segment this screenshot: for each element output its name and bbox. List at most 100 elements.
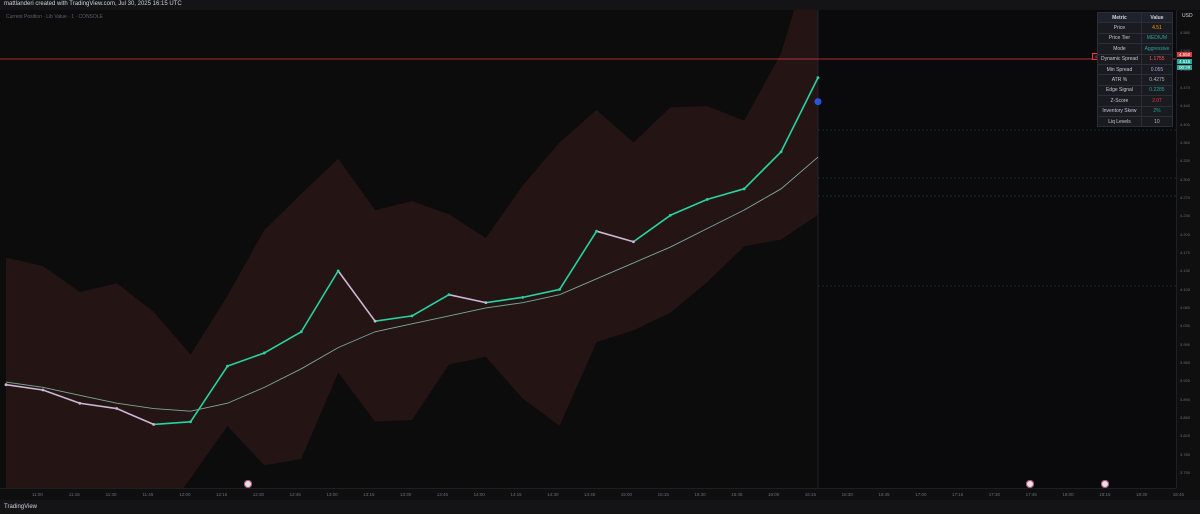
metric-value: 0.4275 (1140, 74, 1174, 86)
price-tick-label: 4.130 (1180, 268, 1191, 274)
time-tick-label: 15:15 (657, 492, 669, 497)
metric-name: Edge Signal (1097, 84, 1142, 97)
time-tick-label: 18:45 (1172, 492, 1185, 497)
price-point (484, 301, 488, 305)
price-tick-label: 3.920 (1180, 378, 1191, 384)
time-tick-label: 16:45 (878, 492, 890, 497)
metrics-row: Dynamic Spread 1.1755 (1097, 53, 1174, 65)
price-tick-label: 4.230 (1180, 213, 1191, 219)
time-tick-label: 16:15 (804, 492, 817, 497)
time-tick-label: 11:45 (142, 492, 154, 497)
time-tick-label: 16:30 (841, 492, 853, 497)
metrics-table: Metric Value Price 4.51 Price Tier MEDIUM Mo… (1097, 11, 1174, 128)
metrics-row: Z-Score 2.07 (1097, 95, 1174, 107)
metric-value: 10 (1140, 115, 1174, 128)
price-point (447, 293, 451, 297)
price-point (41, 388, 45, 392)
price-tick-label: 3.820 (1180, 433, 1191, 439)
price-tick-label: 3.780 (1180, 451, 1191, 457)
time-tick-label: 18:00 (1062, 492, 1074, 497)
price-point (521, 295, 525, 299)
price-tick-label: 3.960 (1180, 360, 1191, 365)
price-point (226, 364, 229, 368)
price-point (189, 420, 192, 424)
price-tick-label: 4.060 (1180, 305, 1191, 310)
metric-value: 1.1755 (1140, 53, 1174, 65)
metrics-row: Price 4.51 (1097, 22, 1174, 34)
time-tick-label: 15:45 (731, 492, 743, 497)
price-tick-label: 3.750 (1180, 470, 1191, 475)
time-tick-label: 15:30 (694, 492, 706, 497)
price-point (152, 423, 156, 426)
metric-value: 4.51 (1140, 22, 1174, 34)
metrics-row: Edge Signal 0.2285 (1097, 84, 1174, 97)
price-point (632, 240, 635, 244)
price-point (816, 76, 820, 80)
metric-name: Z-Score (1097, 95, 1142, 107)
time-tick-label: 17:30 (988, 492, 1001, 497)
metric-name: Inventory Skew (1097, 105, 1142, 117)
time-tick-label: 13:30 (400, 492, 412, 497)
time-tick-label: 11:15 (68, 492, 80, 497)
metric-name: Price Tier (1097, 32, 1142, 45)
price-point (595, 229, 598, 233)
creator-text: mattlanderi created with TradingView.com… (4, 1, 182, 7)
event-marker-icon[interactable] (1101, 480, 1109, 488)
price-tick-label: 4.030 (1180, 323, 1191, 329)
price-tick-label: 3.990 (1180, 341, 1191, 347)
time-tick-label: 15:00 (620, 492, 633, 497)
symbol-legend[interactable]: Current Position · Lib Value · 1 · CONSO… (6, 14, 103, 20)
metric-name: Min Spread (1097, 63, 1142, 76)
price-tick-label: 4.300 (1180, 176, 1191, 182)
metric-name: Dynamic Spread (1097, 53, 1142, 65)
price-point (668, 213, 672, 217)
tradingview-logo: TradingView (4, 504, 38, 510)
price-tick-label: 4.580 (1180, 30, 1191, 35)
metric-value: 0.055 (1140, 63, 1174, 76)
time-tick-label: 13:15 (363, 492, 375, 497)
price-tick-label: 4.400 (1180, 121, 1191, 127)
metrics-header-value: Value (1140, 11, 1174, 24)
metrics-row: Min Spread 0.055 (1097, 63, 1174, 76)
event-marker-icon[interactable] (1026, 480, 1034, 488)
price-point (4, 383, 8, 387)
price-point (558, 288, 562, 291)
price-tick-label: 4.500 (1180, 66, 1191, 72)
time-tick-label: 17:45 (1025, 492, 1037, 497)
time-tick-label: 12:00 (179, 492, 191, 497)
price-tick-label: 4.270 (1180, 195, 1191, 200)
metric-name: Mode (1097, 43, 1142, 55)
price-point (779, 150, 783, 154)
price-point (115, 407, 119, 410)
currency-label: USD (1182, 13, 1193, 19)
time-tick-label: 14:30 (547, 492, 559, 497)
metric-name: Liq Levels (1097, 115, 1142, 128)
time-tick-label: 14:45 (584, 492, 596, 497)
price-tick-label: 4.170 (1180, 250, 1191, 255)
metric-value: 0.2285 (1140, 84, 1174, 97)
metrics-header-metric: Metric (1097, 11, 1142, 24)
metric-name: ATR % (1097, 74, 1142, 86)
time-tick-label: 11:30 (105, 492, 117, 497)
time-tick-label: 13:45 (436, 492, 449, 497)
metric-value: 2% (1140, 105, 1174, 117)
price-point (705, 198, 709, 201)
price-point (336, 269, 340, 273)
metric-value: 2.07 (1140, 95, 1174, 107)
price-point (373, 319, 377, 323)
metrics-row: Liq Levels 10 (1097, 115, 1174, 128)
price-tick-label: 3.850 (1180, 415, 1191, 420)
price-tick-label: 4.360 (1180, 140, 1191, 145)
event-marker-icon[interactable] (244, 480, 252, 488)
time-tick-label: 13:00 (326, 492, 338, 497)
last-price-label: 4.516 (1177, 59, 1193, 64)
time-tick-label: 18:30 (1136, 492, 1148, 497)
metric-name: Price (1097, 22, 1142, 34)
time-tick-label: 18:15 (1099, 492, 1111, 497)
price-chart[interactable] (0, 10, 1176, 488)
price-point (262, 351, 266, 355)
price-point (78, 401, 82, 405)
footer: TradingView (0, 500, 1200, 514)
metrics-row: ATR % 0.4275 (1097, 74, 1174, 86)
time-tick-label: 17:00 (915, 492, 927, 497)
